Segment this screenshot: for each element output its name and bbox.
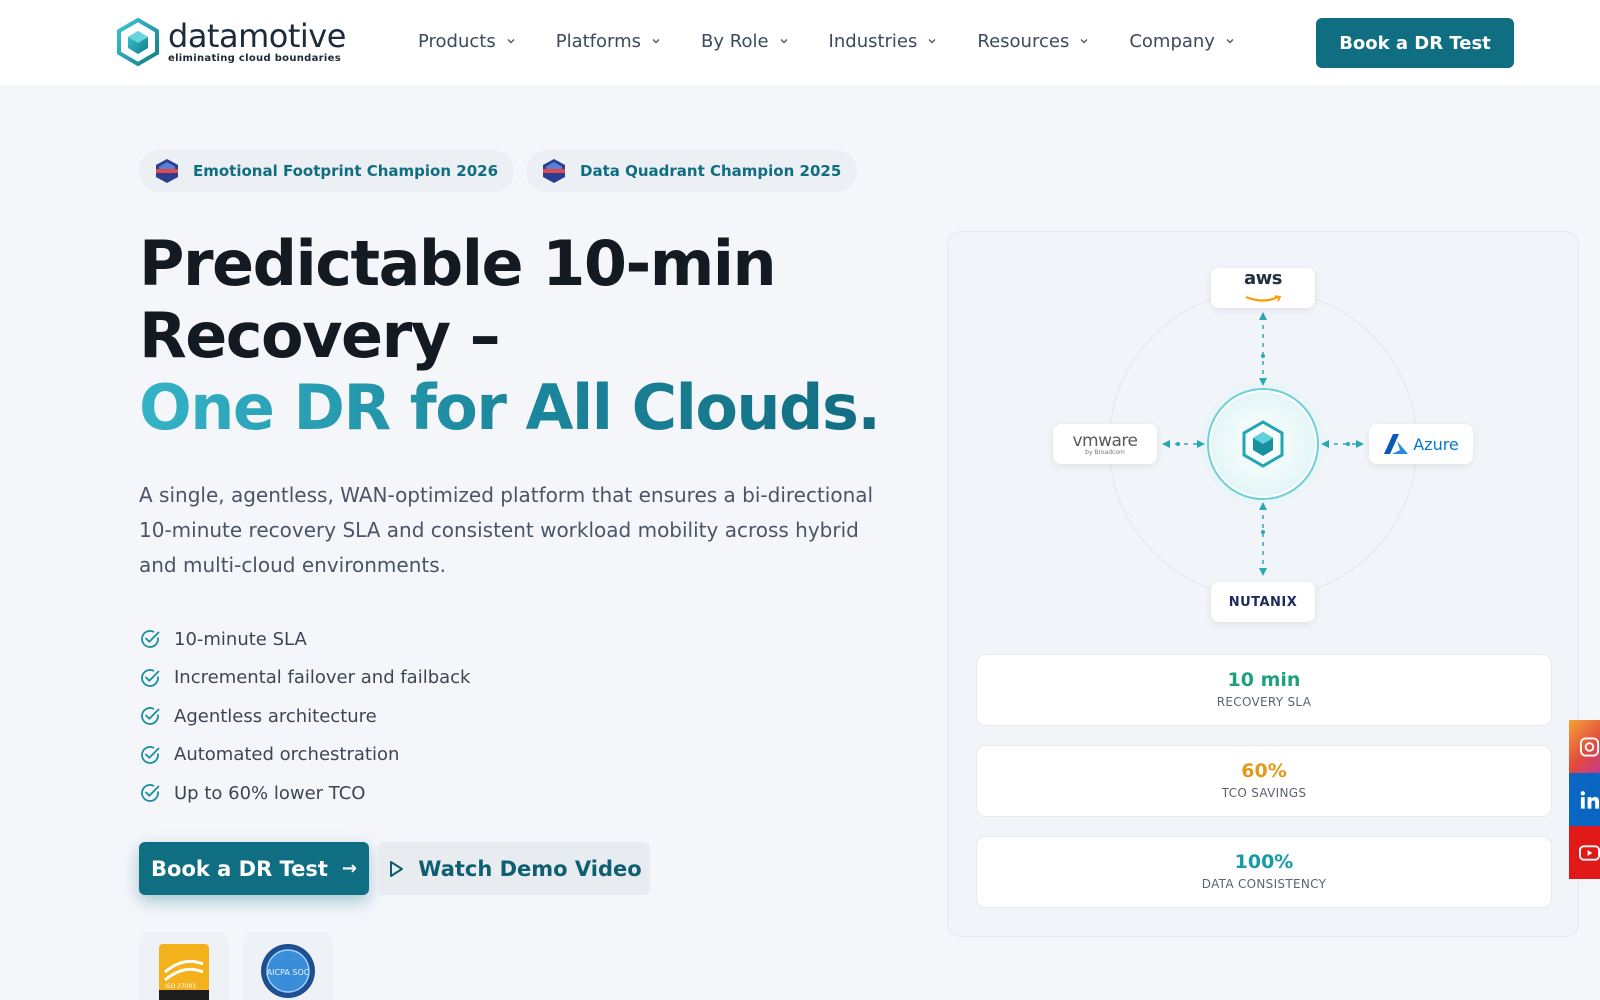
- chevron-down-icon: [507, 39, 515, 44]
- dr-diagram-panel: aws vmware by Broadcom Azure NUTANIX 10 …: [947, 231, 1579, 937]
- nav-item-label: By Role: [701, 30, 769, 52]
- check-circle-icon: [141, 668, 160, 687]
- brand-name: datamotive: [168, 17, 346, 55]
- nav-book-dr-test-button[interactable]: Book a DR Test: [1316, 18, 1514, 68]
- feature-label: Automated orchestration: [174, 744, 400, 766]
- award-shield-icon: [543, 159, 566, 183]
- button-label: Book a DR Test: [151, 856, 328, 881]
- feature-label: Up to 60% lower TCO: [174, 782, 366, 804]
- list-item: Incremental failover and failback: [139, 659, 470, 698]
- stat-label: RECOVERY SLA: [1216, 695, 1312, 709]
- linkedin-icon: [1580, 790, 1600, 809]
- chevron-down-icon: [1080, 39, 1088, 44]
- nav-item-products[interactable]: Products: [418, 28, 516, 54]
- watch-demo-video-button[interactable]: Watch Demo Video: [378, 842, 650, 895]
- list-item: Agentless architecture: [139, 697, 470, 736]
- feature-label: 10-minute SLA: [174, 628, 307, 650]
- book-dr-test-button[interactable]: Book a DR Test →: [139, 842, 369, 895]
- aws-smile-icon: [1245, 294, 1282, 302]
- award-badge-label: Emotional Footprint Champion 2026: [193, 162, 499, 180]
- nutanix-logo[interactable]: NUTANIX: [1211, 582, 1315, 622]
- stat-label: TCO SAVINGS: [1221, 786, 1307, 800]
- feature-list: 10-minute SLA Incremental failover and f…: [139, 620, 470, 813]
- award-badge[interactable]: Emotional Footprint Champion 2026: [139, 150, 515, 192]
- feature-label: Agentless architecture: [174, 705, 377, 727]
- azure-label: Azure: [1413, 434, 1459, 454]
- chevron-down-icon: [1226, 39, 1234, 44]
- headline-line: Recovery –: [139, 299, 501, 372]
- check-circle-icon: [141, 630, 160, 649]
- instagram-button[interactable]: [1569, 720, 1600, 773]
- chevron-down-icon: [780, 39, 788, 44]
- chevron-down-icon: [652, 39, 660, 44]
- nav-item-resources[interactable]: Resources: [977, 28, 1089, 54]
- top-navbar: datamotive eliminating cloud boundaries …: [0, 0, 1600, 85]
- nav-item-by-role[interactable]: By Role: [701, 28, 789, 54]
- award-badge[interactable]: Data Quadrant Champion 2025: [526, 150, 858, 192]
- headline-accent: One DR for All Clouds.: [139, 372, 899, 444]
- play-icon: [390, 860, 404, 877]
- instagram-icon: [1579, 736, 1600, 757]
- vmware-label: vmware: [1072, 430, 1138, 451]
- main-menu: Products Platforms By Role Industries Re…: [418, 28, 1275, 54]
- nav-item-label: Products: [418, 30, 496, 52]
- youtube-icon: [1579, 844, 1600, 861]
- aws-label: aws: [1244, 267, 1283, 289]
- stat-label: DATA CONSISTENCY: [1201, 877, 1327, 891]
- aws-logo[interactable]: aws: [1211, 268, 1315, 308]
- aicpa-soc-badge-text: AICPA SOC: [267, 968, 310, 977]
- azure-logo[interactable]: Azure: [1369, 424, 1473, 464]
- stat-value: 10 min: [1227, 669, 1301, 691]
- aicpa-soc-badge-icon: AICPA SOC: [261, 944, 315, 998]
- button-label: Watch Demo Video: [418, 856, 642, 881]
- award-badge-label: Data Quadrant Champion 2025: [580, 162, 842, 180]
- linkedin-button[interactable]: [1569, 773, 1600, 826]
- list-item: 10-minute SLA: [139, 620, 470, 659]
- stat-card-data-consistency: 100% DATA CONSISTENCY: [976, 836, 1552, 908]
- headline-line: Predictable 10-min: [139, 227, 777, 300]
- nav-item-label: Company: [1129, 30, 1215, 52]
- stat-value: 100%: [1234, 851, 1294, 873]
- brand-tagline: eliminating cloud boundaries: [168, 53, 341, 64]
- check-circle-icon: [141, 707, 160, 726]
- nav-item-industries[interactable]: Industries: [829, 28, 938, 54]
- iso-badge-text: ISO 27001: [165, 983, 196, 990]
- feature-label: Incremental failover and failback: [174, 667, 471, 689]
- nav-item-label: Industries: [828, 30, 918, 52]
- chevron-down-icon: [928, 39, 936, 44]
- datamotive-hex-icon: [117, 18, 159, 66]
- iso-badge: ISO 27001: [139, 932, 229, 1000]
- stat-card-tco-savings: 60% TCO SAVINGS: [976, 745, 1552, 817]
- hero-lead: A single, agentless, WAN-optimized platf…: [139, 483, 874, 577]
- nav-item-label: Resources: [977, 30, 1070, 52]
- brand-logo[interactable]: datamotive eliminating cloud boundaries: [116, 18, 346, 66]
- iso-badge-icon: ISO 27001: [159, 944, 209, 1000]
- stat-value: 60%: [1241, 760, 1287, 782]
- nav-item-company[interactable]: Company: [1129, 28, 1235, 54]
- nutanix-label: NUTANIX: [1228, 594, 1298, 610]
- list-item: Automated orchestration: [139, 736, 470, 775]
- award-badges: Emotional Footprint Champion 2026 Data Q…: [139, 150, 858, 192]
- award-shield-icon: [156, 159, 178, 183]
- azure-icon: [1384, 434, 1409, 454]
- check-circle-icon: [141, 745, 160, 764]
- list-item: Up to 60% lower TCO: [139, 774, 470, 813]
- check-circle-icon: [141, 784, 160, 803]
- nav-item-label: Platforms: [555, 30, 642, 52]
- hero-headline: Predictable 10-min Recovery – One DR for…: [139, 228, 899, 444]
- youtube-button[interactable]: [1569, 826, 1600, 879]
- stat-card-recovery-sla: 10 min RECOVERY SLA: [976, 654, 1552, 726]
- vmware-logo[interactable]: vmware by Broadcom: [1053, 424, 1157, 464]
- nav-item-platforms[interactable]: Platforms: [556, 28, 661, 54]
- aicpa-soc-badge: AICPA SOC: [243, 932, 333, 1000]
- arrow-right-icon: →: [341, 858, 357, 879]
- certification-badges: ISO 27001 AICPA SOC: [139, 932, 333, 1000]
